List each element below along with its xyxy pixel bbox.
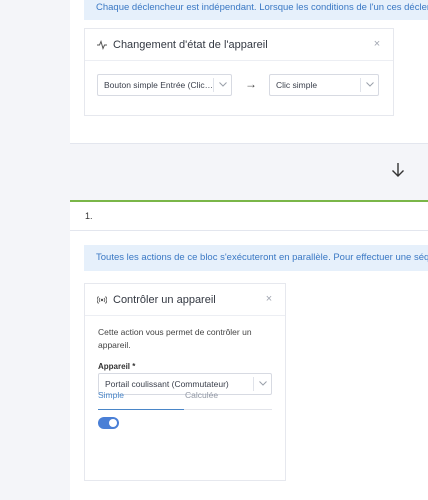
triggers-panel: Chaque déclencheur est indépendant. Lors… xyxy=(70,0,428,144)
actions-info-banner: Toutes les actions de ce bloc s'exécuter… xyxy=(84,245,428,271)
chevron-down-icon xyxy=(360,78,378,92)
action-card: Contrôler un appareil × Cette action vou… xyxy=(84,283,286,481)
trigger-target-select[interactable]: Clic simple xyxy=(269,74,379,96)
pulse-icon xyxy=(97,39,107,50)
action-card-title: Contrôler un appareil xyxy=(113,293,216,306)
device-state-toggle[interactable] xyxy=(98,417,119,429)
device-field-label: Appareil * xyxy=(98,362,136,371)
action-card-header: Contrôler un appareil × xyxy=(85,284,285,316)
triggers-info-banner: Chaque déclencheur est indépendant. Lors… xyxy=(84,0,428,20)
active-tab-indicator xyxy=(98,409,184,410)
tab-simple[interactable]: Simple xyxy=(98,388,124,402)
step-number: 1. xyxy=(70,202,428,231)
broadcast-icon xyxy=(97,295,107,304)
trigger-source-value: Bouton simple Entrée (Clic… xyxy=(104,80,214,90)
trigger-card: Changement d'état de l'appareil × Bouton… xyxy=(84,28,394,116)
chevron-down-icon xyxy=(213,78,231,92)
trigger-card-header: Changement d'état de l'appareil × xyxy=(85,29,393,61)
tab-calculee[interactable]: Calculée xyxy=(185,388,218,402)
toggle-knob xyxy=(109,419,117,427)
close-icon[interactable]: × xyxy=(263,293,275,305)
value-mode-tabs: Simple Calculée xyxy=(98,388,272,410)
action-description: Cette action vous permet de contrôler un… xyxy=(98,327,252,350)
actions-panel: Toutes les actions de ce bloc s'exécuter… xyxy=(70,231,428,500)
arrow-down-icon xyxy=(392,163,404,177)
automation-editor: Chaque déclencheur est indépendant. Lors… xyxy=(70,0,428,500)
trigger-target-value: Clic simple xyxy=(276,80,318,90)
trigger-card-title: Changement d'état de l'appareil xyxy=(113,38,268,51)
trigger-source-select[interactable]: Bouton simple Entrée (Clic… xyxy=(97,74,232,96)
arrow-right-icon: → xyxy=(245,77,257,91)
close-icon[interactable]: × xyxy=(371,38,383,50)
